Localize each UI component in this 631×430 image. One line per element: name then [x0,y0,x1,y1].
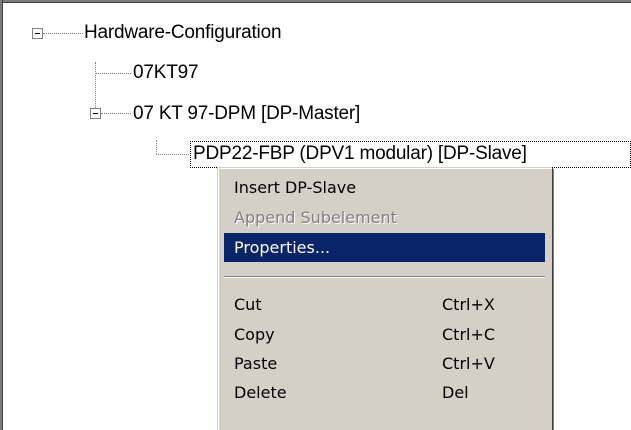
menu-item-label: Delete [234,383,287,402]
tree-node-hardware-configuration[interactable]: Hardware-Configuration [84,22,282,44]
tree-node-07kt97[interactable]: 07KT97 [133,62,199,84]
panel-border-top [0,0,631,3]
menu-item-label: Append Subelement [234,208,397,227]
menu-item-shortcut: Ctrl+X [442,295,495,314]
panel-border-left [0,0,3,430]
menu-item-cut[interactable]: Cut Ctrl+X [224,290,545,319]
menu-item-shortcut: Ctrl+V [442,354,495,373]
menu-item-label: Properties... [234,238,331,257]
tree-connector [43,33,83,34]
menu-item-append-subelement: Append Subelement [224,203,545,232]
menu-item-label: Insert DP-Slave [234,178,357,197]
menu-item-label: Paste [234,354,278,373]
menu-item-shortcut: Del [442,383,469,402]
tree-node-dp-slave[interactable]: PDP22-FBP (DPV1 modular) [DP-Slave] [193,143,527,165]
menu-item-label: Copy [234,325,275,344]
menu-item-label: Cut [234,295,262,314]
context-menu: Insert DP-Slave Append Subelement Proper… [217,167,552,430]
menu-item-insert-dp-slave[interactable]: Insert DP-Slave [224,173,545,202]
menu-item-copy[interactable]: Copy Ctrl+C [224,320,545,349]
tree-connector [156,140,157,154]
collapse-dpm-icon[interactable] [90,108,101,119]
collapse-root-icon[interactable] [32,28,43,39]
menu-item-delete[interactable]: Delete Del [224,378,545,407]
tree-connector [156,154,189,155]
menu-item-paste[interactable]: Paste Ctrl+V [224,349,545,378]
tree-connector [95,73,131,74]
tree-node-dp-master[interactable]: 07 KT 97-DPM [DP-Master] [133,103,360,125]
menu-item-shortcut: Ctrl+C [442,325,496,344]
tree-connector [101,113,131,114]
menu-item-properties[interactable]: Properties... [224,233,545,262]
menu-separator [224,276,545,278]
